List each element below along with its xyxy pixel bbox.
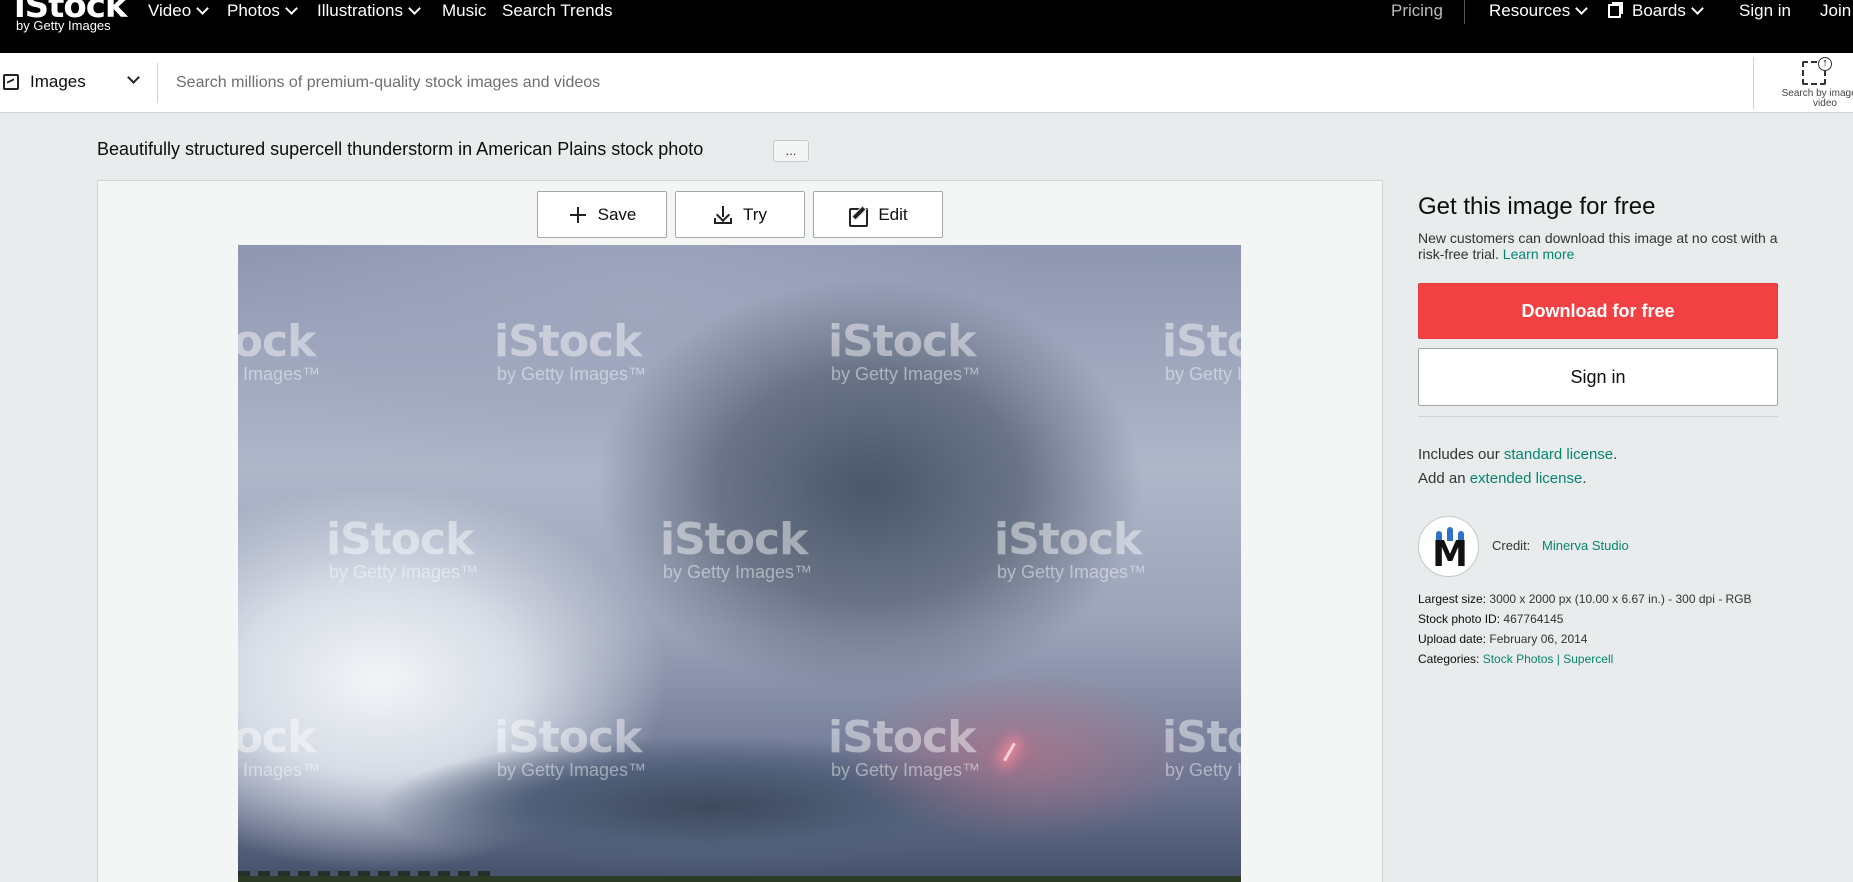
preview-image[interactable]: iStockby Getty Images™ iStockby Getty Im…	[238, 245, 1241, 882]
standard-license-link[interactable]: standard license	[1504, 446, 1613, 463]
save-button[interactable]: Save	[537, 191, 667, 238]
search-divider	[157, 63, 158, 103]
sign-in-button[interactable]: Sign in	[1418, 348, 1778, 406]
media-type-select[interactable]: Images	[0, 53, 158, 113]
download-icon	[713, 205, 733, 225]
top-nav: iStock by Getty Images Video Photos Illu…	[0, 0, 1853, 53]
watermark: iStockby Getty Images™	[1162, 712, 1241, 780]
extended-license-line: Add an extended license.	[1418, 470, 1587, 487]
chevron-down-icon	[408, 2, 421, 15]
image-panel: Save Try Edit iStockby Getty Images™ iSt…	[97, 180, 1383, 882]
nav-divider	[1464, 0, 1465, 24]
search-input[interactable]	[176, 67, 1736, 99]
standard-license-line: Includes our standard license.	[1418, 446, 1618, 463]
contributor-avatar[interactable]: M	[1418, 516, 1479, 577]
sidebar-description: New customers can download this image at…	[1418, 230, 1778, 262]
upload-date-row: Upload date: February 06, 2014	[1418, 632, 1588, 646]
download-for-free-button[interactable]: Download for free	[1418, 283, 1778, 339]
edit-button[interactable]: Edit	[813, 191, 943, 238]
chevron-down-icon	[127, 71, 140, 84]
istock-logo[interactable]: iStock by Getty Images	[14, 0, 128, 33]
nav-video[interactable]: Video	[148, 0, 210, 22]
nav-search-trends[interactable]: Search Trends	[502, 0, 613, 22]
watermark: iStockby Getty Images™	[828, 712, 981, 780]
sidebar-heading: Get this image for free	[1418, 193, 1656, 220]
watermark: iStockby Getty Images™	[494, 712, 647, 780]
chevron-down-icon	[285, 2, 298, 15]
try-button[interactable]: Try	[675, 191, 805, 238]
categories-row: Categories: Stock Photos | Supercell	[1418, 652, 1614, 666]
page-title: Beautifully structured supercell thunder…	[97, 139, 704, 159]
nav-sign-in[interactable]: Sign in	[1739, 0, 1791, 22]
visual-search-divider	[1753, 57, 1754, 109]
visual-search-button[interactable]: ↑ Search by image or video	[1772, 57, 1853, 109]
watermark: iStockby Getty Images™	[494, 316, 647, 384]
chevron-down-icon	[1691, 2, 1704, 15]
ground	[238, 876, 1241, 882]
upload-arrow-icon: ↑	[1818, 57, 1832, 71]
monogram-logo: M	[1432, 534, 1468, 575]
chevron-down-icon	[1575, 2, 1589, 15]
image-icon	[3, 74, 19, 90]
search-bar: Images ↑ Search by image or video	[0, 53, 1853, 113]
watermark: iStockby Getty Images™	[994, 514, 1147, 582]
edit-icon	[848, 205, 869, 227]
credit-label: Credit:	[1492, 538, 1531, 553]
sidebar-divider	[1418, 416, 1778, 417]
watermark: iStockby Getty Images™	[1162, 316, 1241, 384]
watermark: iStockby Getty Images™	[660, 514, 813, 582]
nav-photos[interactable]: Photos	[227, 0, 298, 22]
more-options-button[interactable]: ...	[773, 140, 809, 162]
largest-size-row: Largest size: 3000 x 2000 px (10.00 x 6.…	[1418, 592, 1752, 606]
watermark: iStockby Getty Images™	[326, 514, 479, 582]
watermark: iStockby Getty Images™	[238, 712, 321, 780]
nav-music[interactable]: Music	[442, 0, 486, 22]
category-stock-photos-link[interactable]: Stock Photos	[1483, 652, 1554, 666]
stock-id-row: Stock photo ID: 467764145	[1418, 612, 1564, 626]
watermark: iStockby Getty Images™	[828, 316, 981, 384]
nav-join[interactable]: Join	[1820, 0, 1851, 22]
nav-resources[interactable]: Resources	[1489, 0, 1589, 22]
chevron-down-icon	[196, 2, 210, 15]
nav-illustrations[interactable]: Illustrations	[317, 0, 421, 22]
nav-pricing[interactable]: Pricing	[1391, 0, 1443, 22]
nav-boards[interactable]: Boards	[1608, 0, 1704, 22]
credit-name-link[interactable]: Minerva Studio	[1542, 538, 1629, 553]
category-supercell-link[interactable]: Supercell	[1563, 652, 1613, 666]
plus-icon	[568, 205, 588, 225]
watermark: iStockby Getty Images™	[238, 316, 321, 384]
lightning-flash	[1003, 742, 1016, 762]
extended-license-link[interactable]: extended license	[1470, 470, 1583, 487]
learn-more-link[interactable]: Learn more	[1503, 246, 1575, 262]
boards-icon	[1608, 4, 1621, 18]
